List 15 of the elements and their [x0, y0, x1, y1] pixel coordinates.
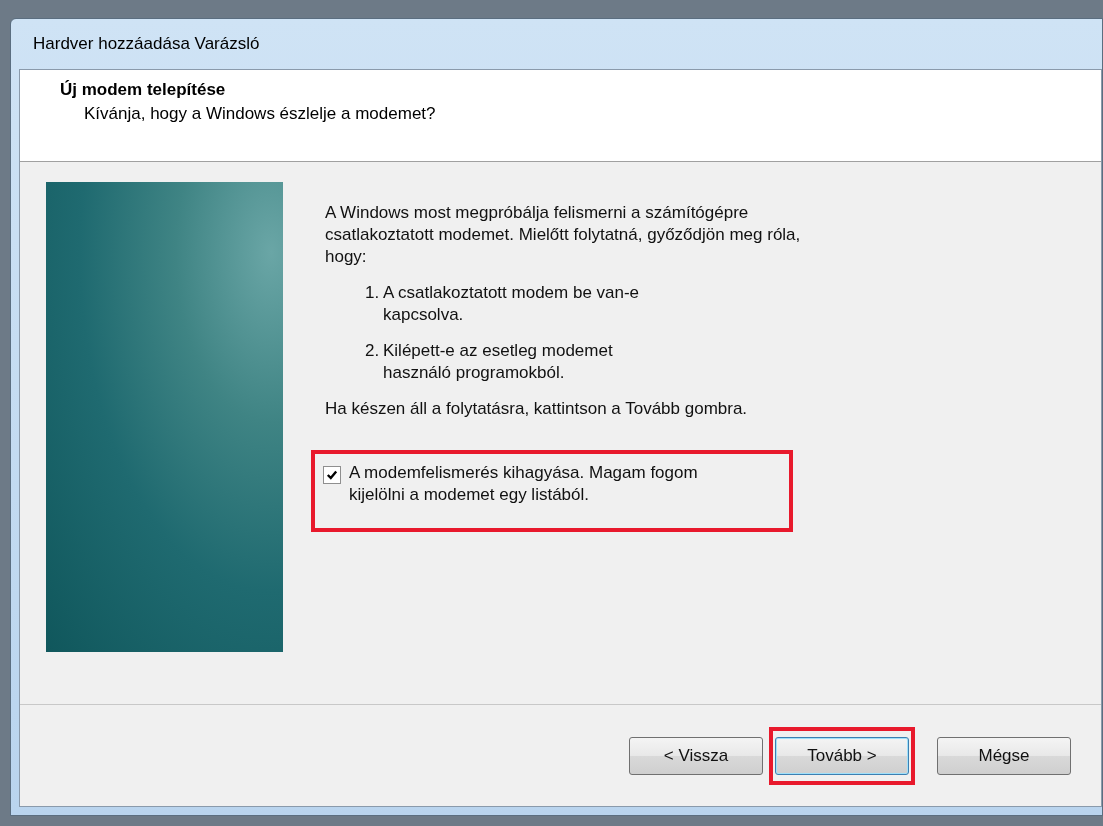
step-number: 1. — [365, 282, 381, 304]
instruction-text: Ha készen áll a folytatásra, kattintson a Tovább gombra. — [325, 398, 749, 420]
checkbox[interactable] — [323, 466, 341, 484]
checkbox-label[interactable]: A modemfelismerés kihagyása. Magam fogom kijelölni a modemet egy listából. — [349, 462, 749, 506]
page-heading: Új modem telepítése — [60, 80, 227, 100]
wizard-button[interactable]: < Vissza — [629, 736, 763, 775]
wizard-button[interactable]: Mégse — [937, 736, 1071, 775]
checkmark-icon — [326, 469, 338, 481]
window-title: Hardver hozzáadása Varázsló — [33, 34, 260, 54]
wizard-button[interactable]: Tovább > — [775, 736, 909, 775]
step-number: 2. — [365, 340, 381, 362]
page-subtitle: Kívánja, hogy a Windows észlelje a modemet? — [83, 104, 437, 124]
step-text: Kilépett-e az esetleg modemet használó programokból. — [383, 340, 614, 384]
step-text: A csatlakoztatott modem be van-e kapcsolva. — [383, 282, 641, 326]
intro-text: A Windows most megpróbálja felismerni a számítógépre csatlakoztatott modemet. Mielőtt folytatná, győződjön meg róla, hogy: — [325, 202, 802, 268]
